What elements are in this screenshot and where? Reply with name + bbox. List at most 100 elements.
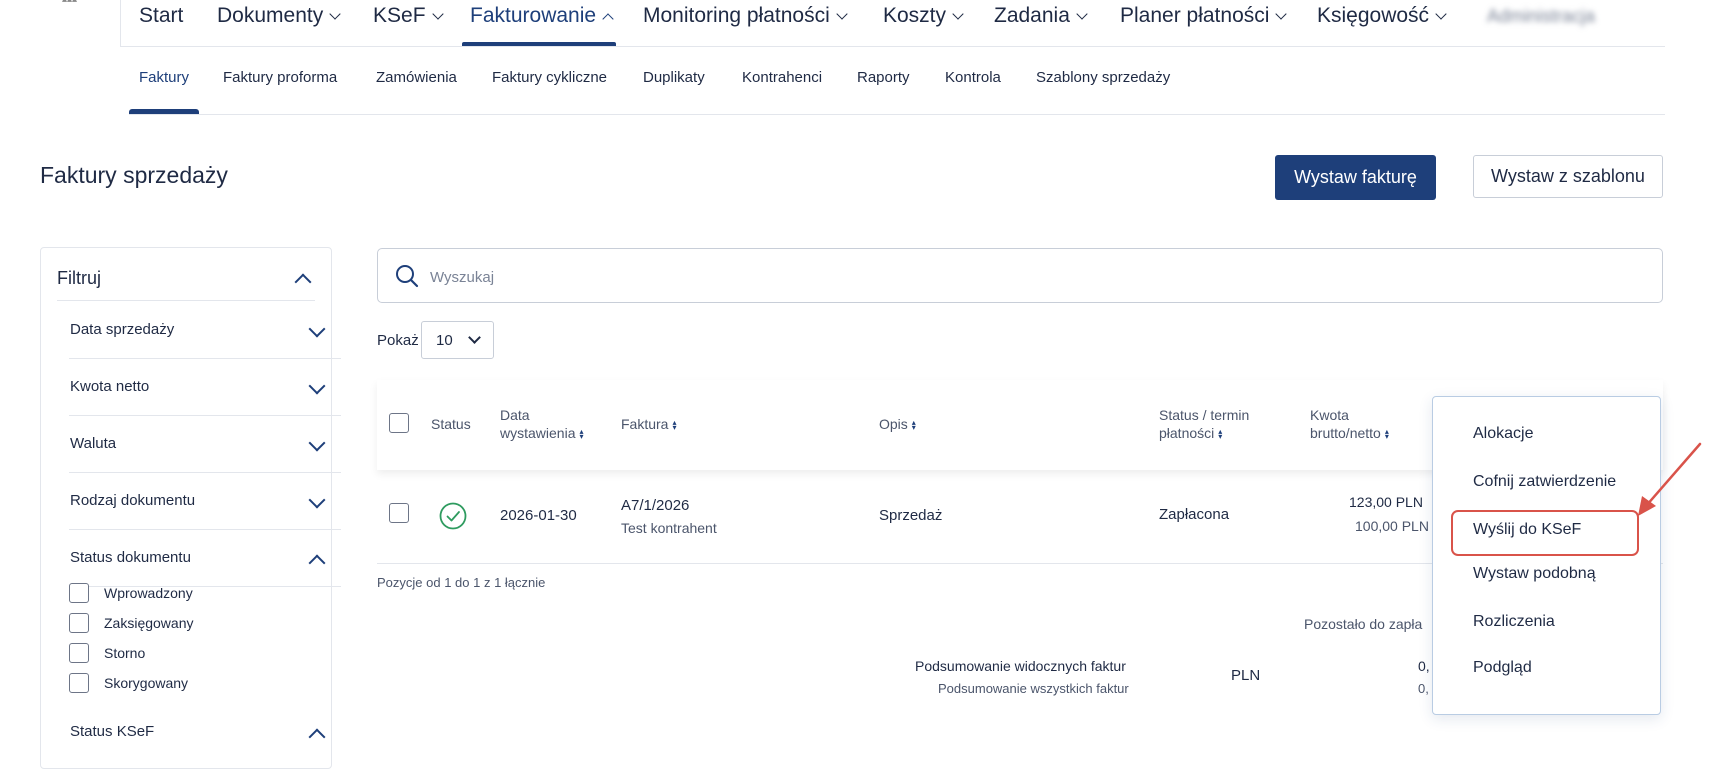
summary-visible-label: Podsumowanie widocznych faktur: [915, 658, 1126, 674]
menu-item-wyslij-do-ksef[interactable]: Wyślij do KSeF: [1473, 521, 1581, 539]
menu-item-rozliczenia[interactable]: Rozliczenia: [1473, 613, 1555, 631]
column-payment-line2: płatności: [1159, 425, 1215, 441]
menu-item-wystaw-podobna[interactable]: Wystaw podobną: [1473, 565, 1596, 583]
column-amount[interactable]: Kwota brutto/netto ▴ ▾: [1310, 406, 1393, 442]
summary-currency: PLN: [1231, 667, 1261, 684]
menu-item-podglad[interactable]: Podgląd: [1473, 659, 1532, 677]
filter-waluta[interactable]: Waluta: [69, 415, 341, 473]
pagination-info: Pozycje od 1 do 1 z 1 łącznie: [377, 575, 546, 590]
status-paid-icon: [439, 502, 467, 530]
column-payment-status[interactable]: Status / termin płatności ▴ ▾: [1159, 406, 1249, 442]
column-amount-line2: brutto/netto: [1310, 425, 1381, 441]
subnav-faktury[interactable]: Faktury: [139, 69, 189, 86]
chevron-down-icon: [952, 8, 964, 20]
filter-kwota-netto[interactable]: Kwota netto: [69, 358, 341, 416]
cell-payment-status: Zapłacona: [1159, 506, 1230, 523]
cell-invoice-number[interactable]: A7/1/2026: [621, 497, 689, 514]
nav-label: KSeF: [373, 4, 426, 27]
checkbox-label: Wprowadzony: [104, 585, 193, 601]
subnav-faktury-cykliczne[interactable]: Faktury cykliczne: [492, 69, 607, 86]
nav-administracja[interactable]: Administracja: [1487, 2, 1595, 32]
chevron-up-icon: [602, 13, 614, 25]
nav-ksef[interactable]: KSeF: [373, 2, 444, 32]
chevron-down-icon: [468, 331, 481, 344]
nav-divider: [120, 46, 1665, 47]
nav-koszty[interactable]: Koszty: [883, 2, 964, 32]
summary-all-value: 0,: [1418, 681, 1429, 696]
menu-item-cofnij-zatwierdzenie[interactable]: Cofnij zatwierdzenie: [1473, 473, 1616, 491]
filter-status-dokumentu[interactable]: Status dokumentu: [69, 529, 341, 587]
checkbox[interactable]: [69, 673, 89, 693]
sort-icon: ▴ ▾: [911, 418, 916, 433]
chevron-down-icon: [1076, 8, 1088, 20]
chevron-down-icon: [1435, 8, 1447, 20]
nav-divider: [120, 0, 121, 47]
page-size-value: 10: [436, 332, 453, 349]
subnav-szablony-sprzedazy[interactable]: Szablony sprzedaży: [1036, 69, 1170, 86]
row-checkbox[interactable]: [389, 503, 409, 523]
filter-row-label: Rodzaj dokumentu: [70, 492, 196, 509]
filter-data-sprzedazy[interactable]: Data sprzedaży: [69, 301, 341, 359]
chevron-down-icon: [308, 491, 326, 509]
filter-title: Filtruj: [57, 268, 101, 288]
subnav-kontrola[interactable]: Kontrola: [945, 69, 1001, 86]
filter-row-label: Data sprzedaży: [70, 321, 175, 338]
nav-label: Księgowość: [1317, 4, 1430, 27]
page-size-select[interactable]: 10: [421, 321, 494, 359]
nav-planer-platnosci[interactable]: Planer płatności: [1120, 2, 1288, 32]
filter-row-label: Status KSeF: [70, 723, 155, 740]
nav-monitoring-platnosci[interactable]: Monitoring płatności: [643, 2, 848, 32]
nav-dokumenty[interactable]: Dokumenty: [217, 2, 341, 32]
sort-icon: ▴ ▾: [1218, 427, 1223, 442]
filter-status-ksef[interactable]: Status KSeF: [69, 703, 341, 760]
column-invoice[interactable]: Faktura ▴ ▾: [621, 415, 680, 433]
checkbox-label: Storno: [104, 645, 146, 661]
column-payment-line1: Status / termin: [1159, 407, 1250, 423]
chevron-down-icon: [329, 8, 341, 20]
subnav-zamowienia[interactable]: Zamówienia: [376, 69, 457, 86]
checkbox[interactable]: [69, 583, 89, 603]
sort-icon: ▴ ▾: [672, 418, 677, 433]
nav-fakturowanie[interactable]: Fakturowanie: [470, 2, 614, 32]
nav-ksiegowosc[interactable]: Księgowość: [1317, 2, 1447, 32]
nav-label: Dokumenty: [217, 4, 324, 27]
nav-label: Zadania: [994, 4, 1070, 27]
column-date[interactable]: Data wystawienia ▴ ▾: [500, 406, 587, 442]
cell-gross-amount: 123,00 PLN: [1349, 494, 1423, 510]
subnav-raporty[interactable]: Raporty: [857, 69, 910, 86]
menu-item-alokacje[interactable]: Alokacje: [1473, 425, 1533, 443]
checkbox[interactable]: [69, 613, 89, 633]
select-all-checkbox[interactable]: [389, 413, 409, 433]
nav-label: Monitoring płatności: [643, 4, 830, 27]
cell-net-amount: 100,00 PLN: [1355, 518, 1429, 534]
search-input[interactable]: [428, 263, 1532, 291]
chevron-up-icon: [308, 554, 326, 572]
sort-icon: ▴ ▾: [579, 427, 584, 442]
nav-label: Fakturowanie: [470, 4, 597, 27]
issue-from-template-button[interactable]: Wystaw z szablonu: [1473, 155, 1663, 198]
chevron-down-icon: [308, 434, 326, 452]
column-description[interactable]: Opis ▴ ▾: [879, 415, 920, 433]
subnav-kontrahenci[interactable]: Kontrahenci: [742, 69, 822, 86]
column-description-label: Opis: [879, 416, 908, 432]
collapse-filter-icon[interactable]: [294, 273, 312, 291]
search-icon: [396, 265, 419, 288]
cell-contractor: Test kontrahent: [621, 520, 717, 536]
nav-label: Start: [139, 4, 184, 27]
chevron-up-icon: [308, 728, 326, 746]
subnav-duplikaty[interactable]: Duplikaty: [643, 69, 705, 86]
logo-fragment: ▴▴▴: [62, 0, 92, 5]
nav-start[interactable]: Start: [139, 2, 183, 32]
nav-zadania[interactable]: Zadania: [994, 2, 1088, 32]
issue-invoice-button[interactable]: Wystaw fakturę: [1275, 155, 1436, 200]
checkbox-label: Zaksięgowany: [104, 615, 194, 631]
checkbox[interactable]: [69, 643, 89, 663]
summary-visible-value: 0,: [1418, 658, 1430, 674]
nav-label: Koszty: [883, 4, 947, 27]
column-status: Status: [431, 416, 471, 432]
search-box[interactable]: [377, 248, 1663, 303]
sort-icon: ▴ ▾: [1384, 427, 1389, 442]
filter-rodzaj-dokumentu[interactable]: Rodzaj dokumentu: [69, 472, 341, 530]
chevron-down-icon: [1275, 8, 1288, 20]
subnav-faktury-proforma[interactable]: Faktury proforma: [223, 69, 337, 86]
